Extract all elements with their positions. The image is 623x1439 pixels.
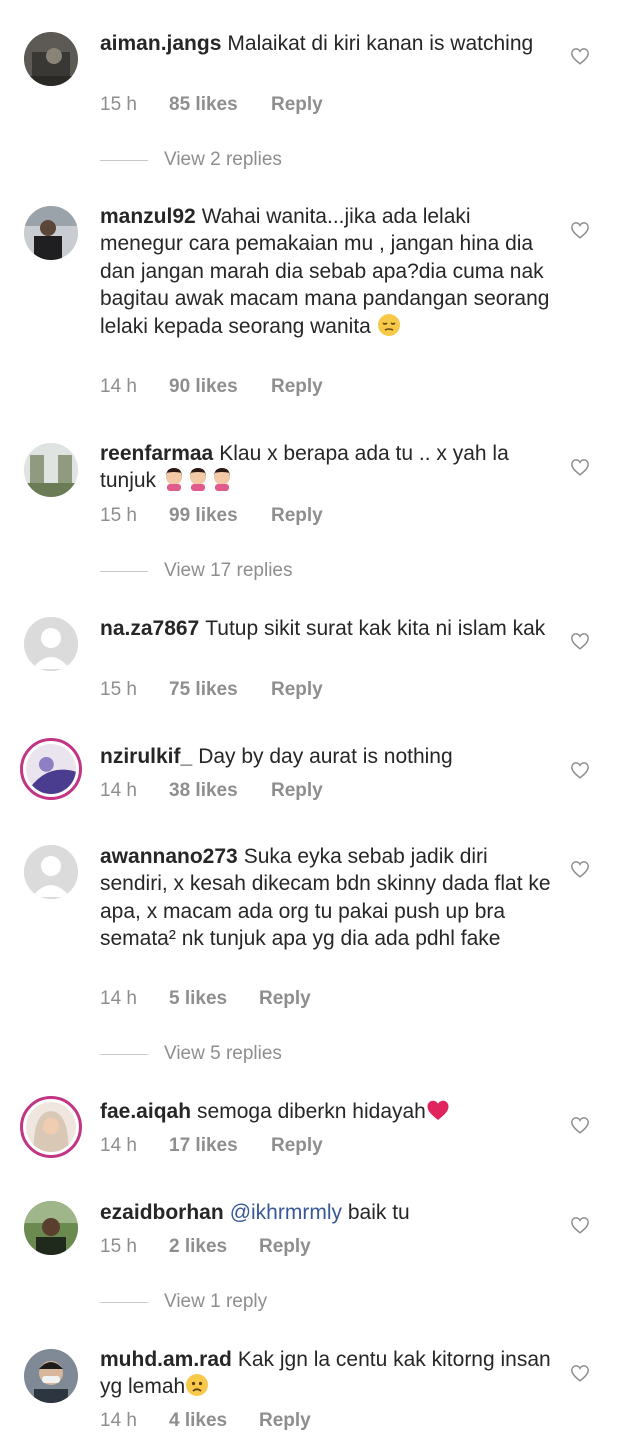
avatar[interactable]	[24, 845, 78, 899]
comment-likes[interactable]: 85 likes	[169, 92, 238, 118]
avatar[interactable]	[24, 617, 78, 671]
comment-time: 15 h	[100, 679, 137, 700]
reply-button[interactable]: Reply	[271, 778, 323, 804]
comment-likes[interactable]: 38 likes	[169, 778, 238, 804]
reply-button[interactable]: Reply	[271, 1133, 323, 1159]
comment-time: 14 h	[100, 376, 137, 397]
heart-outline-icon[interactable]	[570, 458, 590, 476]
reply-button[interactable]: Reply	[271, 677, 323, 703]
avatar[interactable]	[24, 206, 78, 260]
view-replies-label: View 1 reply	[164, 1291, 268, 1312]
comment-body: baik tu	[347, 1201, 410, 1224]
replies-divider	[100, 160, 148, 161]
comment-username[interactable]: reenfarmaa	[100, 442, 213, 465]
avatar[interactable]	[24, 32, 78, 86]
comment-body: Day by day aurat is nothing	[198, 745, 453, 768]
heart-outline-icon[interactable]	[570, 1216, 590, 1234]
comment-username[interactable]: fae.aiqah	[100, 1100, 191, 1123]
avatar-story-ring[interactable]	[20, 1096, 82, 1158]
avatar[interactable]	[24, 443, 78, 497]
reply-button[interactable]: Reply	[271, 374, 323, 400]
replies-divider	[100, 571, 148, 572]
comment-username[interactable]: nzirulkif_	[100, 745, 192, 768]
comment-username[interactable]: manzul92	[100, 205, 196, 228]
mention-link[interactable]: @ikhrmrmly	[230, 1201, 342, 1224]
view-replies-label: View 17 replies	[164, 560, 293, 581]
view-replies-label: View 5 replies	[164, 1043, 282, 1064]
comment-body: Malaikat di kiri kanan is watching	[227, 32, 534, 55]
heart-outline-icon[interactable]	[570, 860, 590, 878]
comment-likes[interactable]: 5 likes	[169, 986, 227, 1012]
comment-time: 14 h	[100, 1410, 137, 1431]
comment-likes[interactable]: 2 likes	[169, 1234, 227, 1260]
comment-username[interactable]: aiman.jangs	[100, 32, 221, 55]
comment-username[interactable]: ezaidborhan	[100, 1201, 224, 1224]
reply-button[interactable]: Reply	[259, 1234, 311, 1260]
comment-time: 15 h	[100, 94, 137, 115]
comment-text: manzul92 Wahai wanita...jika ada lelaki m…	[100, 203, 555, 344]
replies-divider	[100, 1054, 148, 1055]
comment-text: reenfarmaa Klau x berapa ada tu .. x yah …	[100, 440, 555, 499]
heart-outline-icon[interactable]	[570, 761, 590, 779]
replies-divider	[100, 1302, 148, 1303]
reply-button[interactable]: Reply	[271, 503, 323, 529]
comment-text: fae.aiqah semoga diberkn hidayah	[100, 1098, 555, 1125]
comment-text: nzirulkif_ Day by day aurat is nothing	[100, 743, 555, 770]
comment-time: 15 h	[100, 1236, 137, 1257]
comment-time: 14 h	[100, 1135, 137, 1156]
pensive-face-emoji	[377, 313, 401, 344]
woman-tipping-hand-emoji	[162, 467, 234, 498]
comment-body: Tutup sikit surat kak kita ni islam kak	[205, 617, 546, 640]
comment-likes[interactable]: 17 likes	[169, 1133, 238, 1159]
red-heart-emoji	[426, 1099, 450, 1121]
comment-time: 14 h	[100, 988, 137, 1009]
comment-text: muhd.am.rad Kak jgn la centu kak kitorng …	[100, 1346, 555, 1405]
comment-text: awannano273 Suka eyka sebab jadik diri se…	[100, 843, 555, 953]
heart-outline-icon[interactable]	[570, 632, 590, 650]
comment-username[interactable]: na.za7867	[100, 617, 199, 640]
comment-username[interactable]: muhd.am.rad	[100, 1348, 232, 1371]
comment-time: 15 h	[100, 505, 137, 526]
reply-button[interactable]: Reply	[259, 1408, 311, 1434]
reply-button[interactable]: Reply	[259, 986, 311, 1012]
view-replies-label: View 2 replies	[164, 149, 282, 170]
comment-text: aiman.jangs Malaikat di kiri kanan is wat…	[100, 30, 555, 57]
avatar[interactable]	[24, 1349, 78, 1403]
comment-body: semoga diberkn hidayah	[197, 1100, 426, 1123]
avatar-story-ring[interactable]	[20, 738, 82, 800]
comment-likes[interactable]: 4 likes	[169, 1408, 227, 1434]
avatar[interactable]	[24, 1201, 78, 1255]
heart-outline-icon[interactable]	[570, 221, 590, 239]
heart-outline-icon[interactable]	[570, 47, 590, 65]
comment-likes[interactable]: 75 likes	[169, 677, 238, 703]
comment-time: 14 h	[100, 780, 137, 801]
heart-outline-icon[interactable]	[570, 1116, 590, 1134]
comment-likes[interactable]: 90 likes	[169, 374, 238, 400]
comment-text: ezaidborhan @ikhrmrmly baik tu	[100, 1199, 555, 1226]
reply-button[interactable]: Reply	[271, 92, 323, 118]
comment-likes[interactable]: 99 likes	[169, 503, 238, 529]
heart-outline-icon[interactable]	[570, 1364, 590, 1382]
worried-face-emoji	[185, 1373, 209, 1404]
comment-username[interactable]: awannano273	[100, 845, 238, 868]
comment-text: na.za7867 Tutup sikit surat kak kita ni i…	[100, 615, 555, 642]
